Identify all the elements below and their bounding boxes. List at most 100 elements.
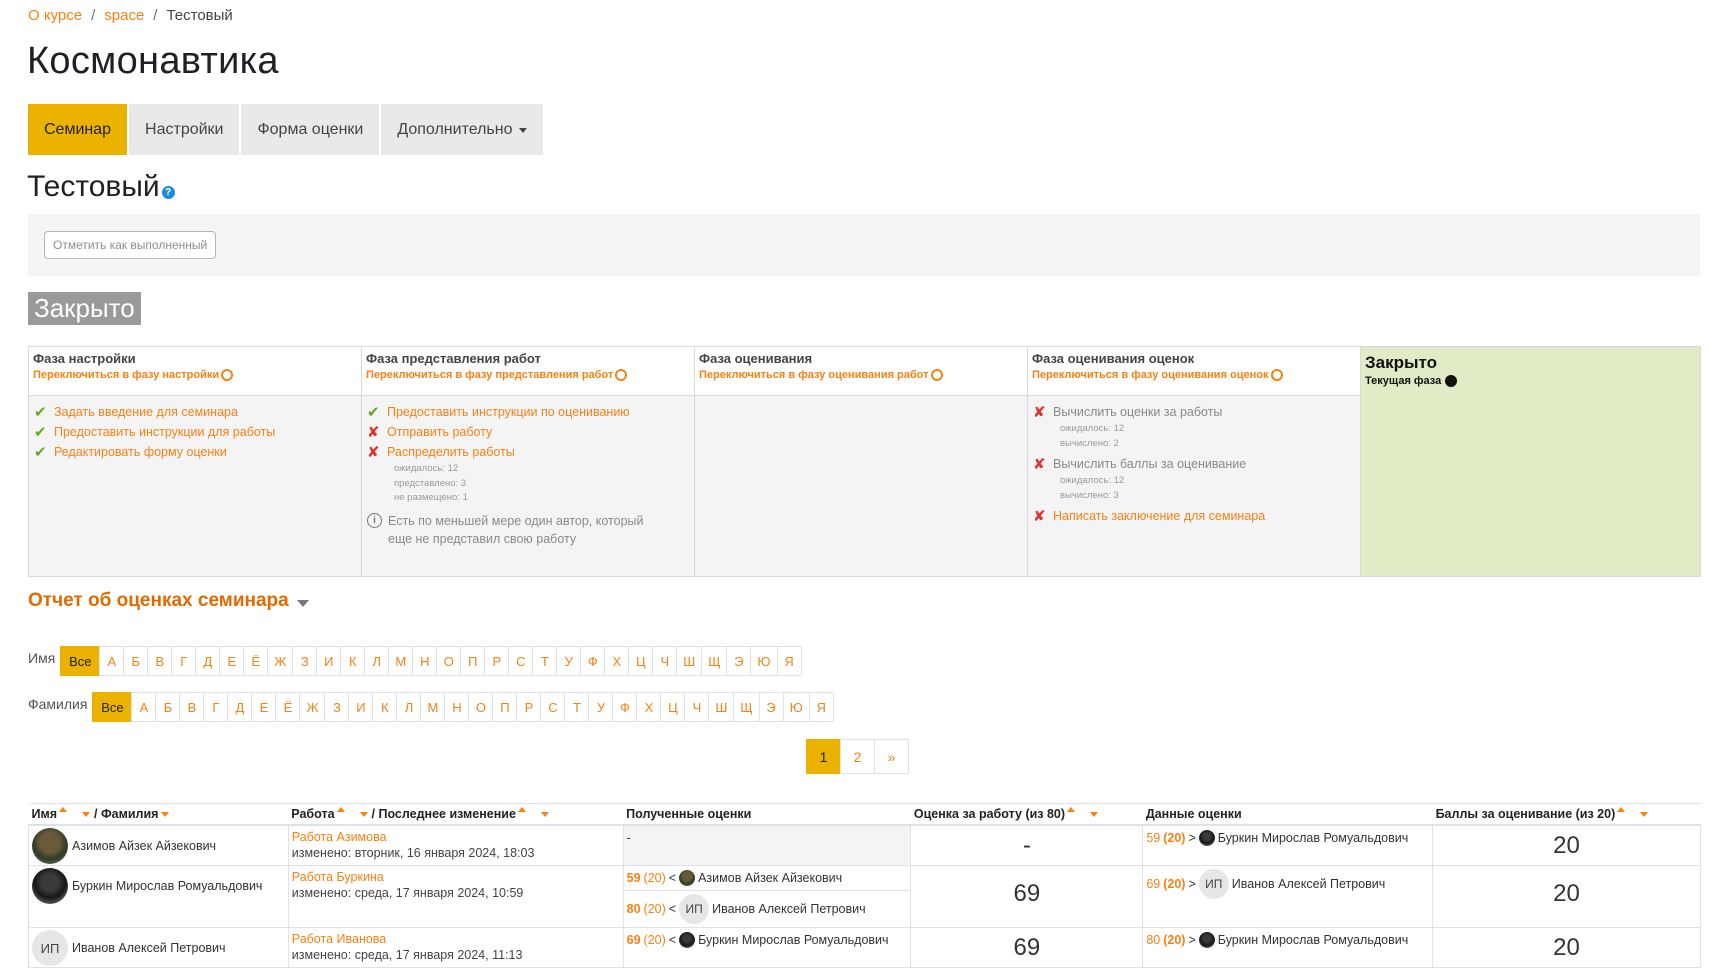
task-link[interactable]: Отправить работу: [387, 425, 492, 439]
last-name-letter-button[interactable]: И: [348, 692, 374, 722]
received-assessment[interactable]: 69 (20) < Буркин Мирослав Ромуальдович: [624, 928, 911, 952]
first-name-letter-button[interactable]: О: [436, 646, 462, 676]
sort-down-icon[interactable]: [82, 812, 91, 818]
work-link[interactable]: Работа Иванова: [292, 932, 386, 946]
last-name-letter-button[interactable]: С: [540, 692, 566, 722]
task-link[interactable]: Предоставить инструкции для работы: [54, 425, 275, 439]
sort-work-grade[interactable]: Оценка за работу (из 80): [914, 807, 1065, 821]
last-name-letter-button[interactable]: О: [468, 692, 494, 722]
first-name-letter-button[interactable]: Х: [604, 646, 630, 676]
given-assessment[interactable]: 80 (20) > Буркин Мирослав Ромуальдович: [1143, 928, 1432, 952]
sort-down-icon[interactable]: [359, 812, 368, 818]
last-name-letter-button[interactable]: В: [179, 692, 205, 722]
first-name-all-button[interactable]: Все: [60, 646, 101, 676]
tab-seminar[interactable]: Семинар: [28, 104, 128, 155]
last-name-letter-button[interactable]: Ю: [782, 692, 810, 722]
switch-phase-link[interactable]: Переключиться в фазу представления работ: [366, 369, 690, 381]
page-1-button[interactable]: 1: [806, 739, 841, 774]
first-name-letter-button[interactable]: Д: [195, 646, 221, 676]
first-name-letter-button[interactable]: К: [340, 646, 366, 676]
work-link[interactable]: Работа Буркина: [292, 870, 384, 884]
last-name-letter-button[interactable]: Ё: [275, 692, 301, 722]
last-name-letter-button[interactable]: Н: [444, 692, 470, 722]
switch-phase-link[interactable]: Переключиться в фазу оценивания работ: [699, 369, 1023, 381]
last-name-letter-button[interactable]: Х: [636, 692, 662, 722]
tab-more[interactable]: Дополнительно: [381, 104, 543, 155]
sort-up-icon[interactable]: [1617, 807, 1626, 812]
sort-modified[interactable]: / Последнее изменение: [372, 807, 516, 821]
breadcrumb-space-link[interactable]: space: [104, 7, 144, 24]
first-name-letter-button[interactable]: Ц: [628, 646, 654, 676]
participant[interactable]: ИП Иванов Алексей Петрович: [29, 928, 288, 967]
received-assessment[interactable]: 59 (20) < Азимов Айзек Айзекович: [624, 866, 911, 890]
first-name-letter-button[interactable]: Э: [726, 646, 752, 676]
first-name-letter-button[interactable]: А: [99, 646, 125, 676]
sort-work[interactable]: Работа: [291, 807, 334, 821]
first-name-letter-button[interactable]: У: [556, 646, 582, 676]
last-name-letter-button[interactable]: М: [420, 692, 446, 722]
task-link[interactable]: Распределить работы: [387, 445, 515, 459]
page-2-button[interactable]: 2: [840, 739, 875, 774]
first-name-letter-button[interactable]: Р: [484, 646, 510, 676]
first-name-letter-button[interactable]: П: [460, 646, 486, 676]
first-name-letter-button[interactable]: Ч: [652, 646, 678, 676]
next-page-button[interactable]: »: [874, 739, 909, 774]
last-name-letter-button[interactable]: Д: [227, 692, 253, 722]
sort-assess-grade[interactable]: Баллы за оценивание (из 20): [1436, 807, 1616, 821]
last-name-letter-button[interactable]: Т: [564, 692, 590, 722]
first-name-letter-button[interactable]: Г: [171, 646, 197, 676]
first-name-letter-button[interactable]: Л: [364, 646, 390, 676]
last-name-letter-button[interactable]: Ф: [612, 692, 638, 722]
last-name-letter-button[interactable]: П: [492, 692, 518, 722]
first-name-letter-button[interactable]: Я: [776, 646, 802, 676]
first-name-letter-button[interactable]: В: [147, 646, 173, 676]
sort-last-name[interactable]: / Фамилия: [94, 807, 158, 821]
first-name-letter-button[interactable]: Б: [123, 646, 149, 676]
last-name-letter-button[interactable]: Б: [155, 692, 181, 722]
last-name-letter-button[interactable]: Р: [516, 692, 542, 722]
first-name-letter-button[interactable]: З: [292, 646, 318, 676]
first-name-letter-button[interactable]: И: [316, 646, 342, 676]
sort-up-icon[interactable]: [517, 807, 526, 812]
given-assessment[interactable]: 69 (20) > ИП Иванов Алексей Петрович: [1143, 866, 1432, 902]
last-name-letter-button[interactable]: Я: [808, 692, 834, 722]
last-name-all-button[interactable]: Все: [92, 692, 133, 722]
last-name-letter-button[interactable]: З: [324, 692, 350, 722]
last-name-letter-button[interactable]: Г: [203, 692, 229, 722]
first-name-letter-button[interactable]: Е: [219, 646, 245, 676]
switch-phase-link[interactable]: Переключиться в фазу настройки: [33, 369, 357, 381]
tab-grading-form[interactable]: Форма оценки: [241, 104, 380, 155]
sort-up-icon[interactable]: [59, 807, 68, 812]
task-link[interactable]: Написать заключение для семинара: [1053, 509, 1265, 523]
sort-down-icon[interactable]: [1090, 812, 1099, 818]
mark-as-done-button[interactable]: Отметить как выполненный: [44, 231, 217, 259]
first-name-letter-button[interactable]: М: [388, 646, 414, 676]
task-link[interactable]: Задать введение для семинара: [54, 405, 238, 419]
task-link[interactable]: Редактировать форму оценки: [54, 445, 227, 459]
first-name-letter-button[interactable]: Ё: [243, 646, 269, 676]
sort-up-icon[interactable]: [336, 807, 345, 812]
last-name-letter-button[interactable]: Щ: [733, 692, 760, 722]
received-assessment[interactable]: 80 (20) < ИП Иванов Алексей Петрович: [623, 890, 911, 927]
first-name-letter-button[interactable]: Ж: [267, 646, 294, 676]
first-name-letter-button[interactable]: Щ: [701, 646, 728, 676]
last-name-letter-button[interactable]: К: [372, 692, 398, 722]
participant[interactable]: Буркин Мирослав Ромуальдович: [29, 866, 288, 905]
sort-down-icon[interactable]: [161, 812, 170, 818]
task-link[interactable]: Предоставить инструкции по оцениванию: [387, 405, 630, 419]
given-assessment[interactable]: 59 (20) > Буркин Мирослав Ромуальдович: [1143, 826, 1432, 850]
first-name-letter-button[interactable]: Ш: [676, 646, 703, 676]
tab-settings[interactable]: Настройки: [129, 104, 240, 155]
last-name-letter-button[interactable]: Л: [396, 692, 422, 722]
last-name-letter-button[interactable]: Ч: [684, 692, 710, 722]
grading-report-toggle[interactable]: Отчет об оценках семинара: [28, 590, 309, 612]
last-name-letter-button[interactable]: Е: [251, 692, 277, 722]
first-name-letter-button[interactable]: Н: [412, 646, 438, 676]
first-name-letter-button[interactable]: Ф: [580, 646, 606, 676]
last-name-letter-button[interactable]: Ц: [660, 692, 686, 722]
last-name-letter-button[interactable]: Ш: [708, 692, 735, 722]
sort-up-icon[interactable]: [1067, 807, 1076, 812]
first-name-letter-button[interactable]: Т: [532, 646, 558, 676]
sort-first-name[interactable]: Имя: [32, 807, 58, 821]
last-name-letter-button[interactable]: Э: [758, 692, 784, 722]
